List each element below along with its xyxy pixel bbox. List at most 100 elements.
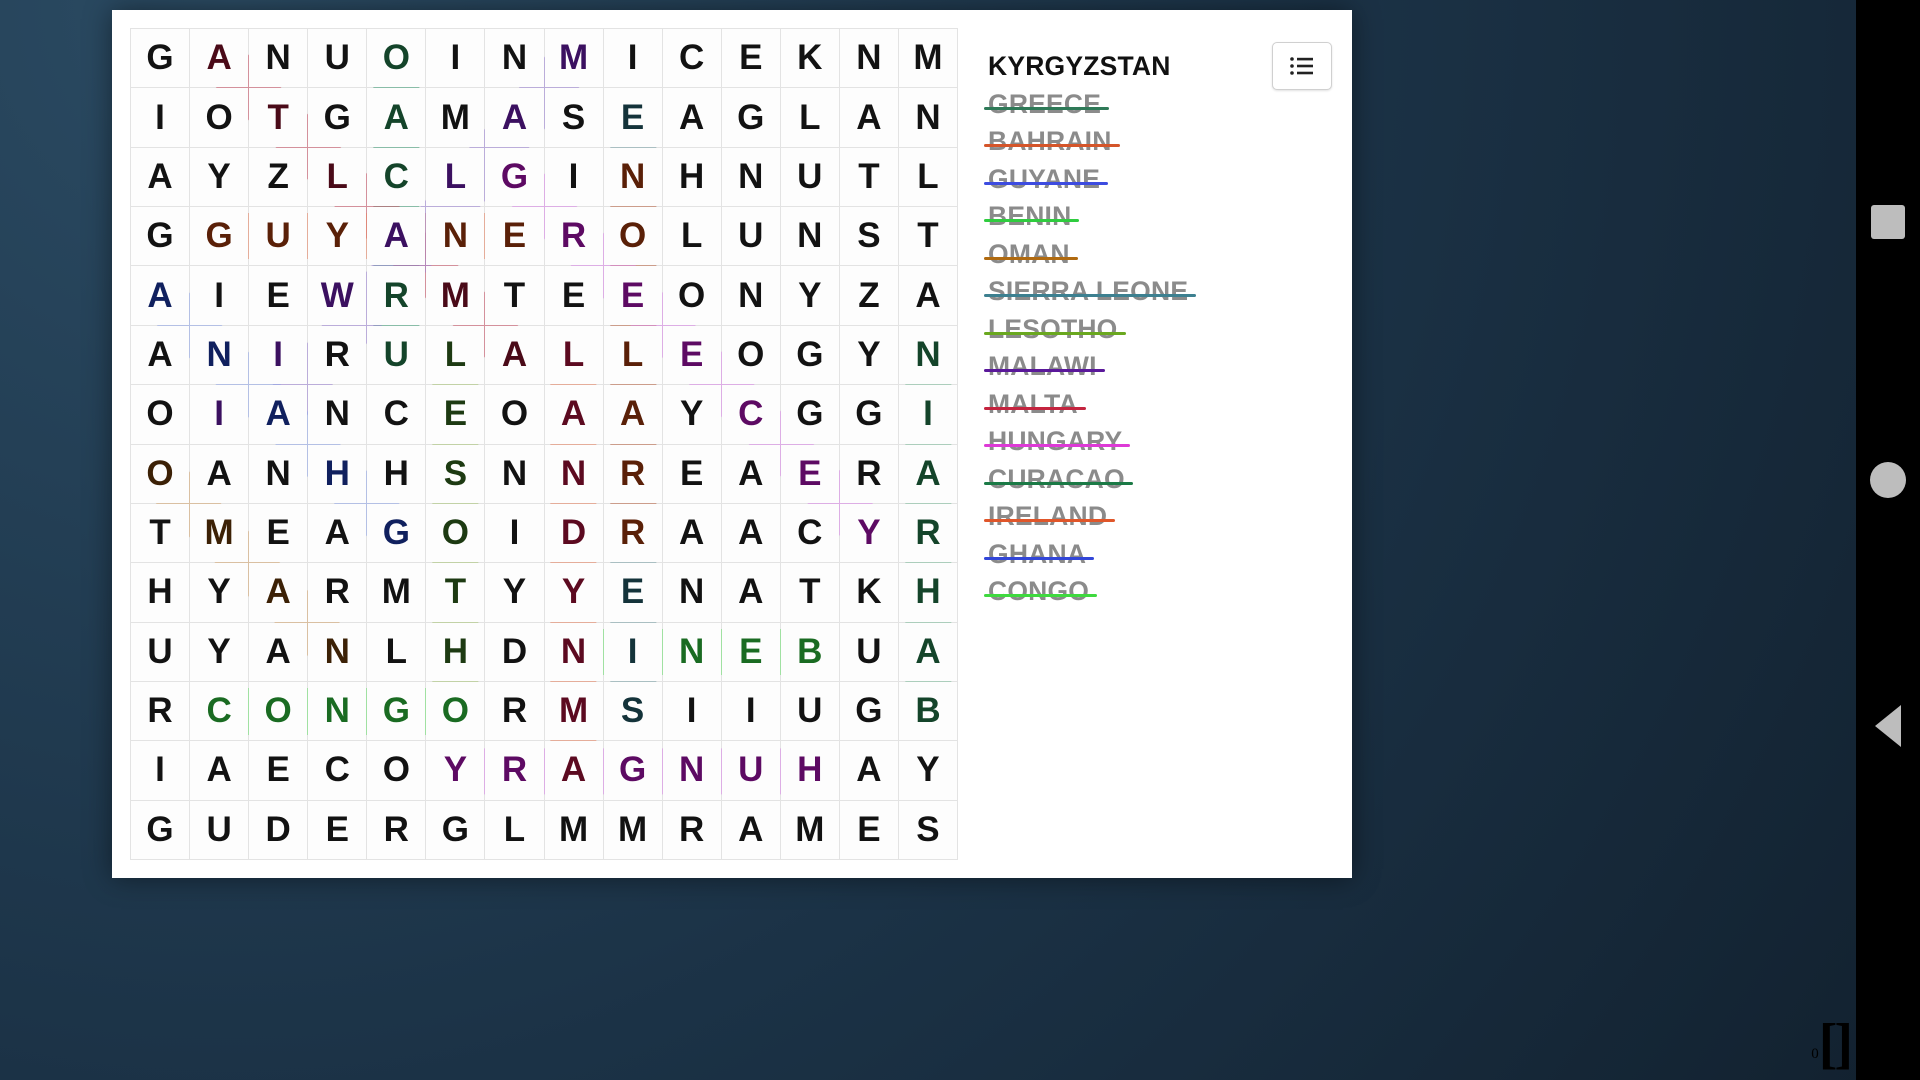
- grid-cell[interactable]: A: [131, 325, 190, 385]
- grid-cell[interactable]: T: [780, 563, 839, 622]
- grid-cell[interactable]: I: [485, 503, 544, 563]
- grid-cell[interactable]: N: [190, 325, 249, 385]
- grid-cell[interactable]: H: [662, 147, 721, 207]
- grid-cell[interactable]: C: [662, 29, 721, 88]
- word-list-item[interactable]: OMAN: [984, 236, 1288, 274]
- grid-cell[interactable]: Y: [308, 207, 367, 266]
- grid-cell[interactable]: N: [249, 444, 308, 503]
- grid-cell[interactable]: N: [544, 444, 603, 503]
- grid-cell[interactable]: L: [426, 325, 485, 385]
- grid-cell[interactable]: Y: [544, 563, 603, 622]
- word-search-grid-container[interactable]: GANUOINMICEKNMIOTGAMASEAGLANAYZLCLGINHNU…: [126, 24, 958, 860]
- grid-cell[interactable]: R: [603, 444, 662, 503]
- grid-cell[interactable]: G: [485, 147, 544, 207]
- grid-cell[interactable]: N: [308, 622, 367, 681]
- grid-cell[interactable]: S: [426, 444, 485, 503]
- grid-cell[interactable]: A: [662, 88, 721, 147]
- grid-cell[interactable]: M: [544, 29, 603, 88]
- grid-cell[interactable]: N: [898, 325, 957, 385]
- grid-cell[interactable]: N: [308, 681, 367, 741]
- grid-cell[interactable]: N: [662, 622, 721, 681]
- grid-cell[interactable]: E: [308, 800, 367, 859]
- grid-cell[interactable]: S: [544, 88, 603, 147]
- grid-cell[interactable]: A: [249, 385, 308, 444]
- grid-cell[interactable]: C: [721, 385, 780, 444]
- grid-cell[interactable]: G: [131, 29, 190, 88]
- grid-cell[interactable]: E: [603, 563, 662, 622]
- grid-cell[interactable]: D: [249, 800, 308, 859]
- grid-cell[interactable]: A: [190, 29, 249, 88]
- grid-cell[interactable]: R: [544, 207, 603, 266]
- grid-cell[interactable]: Y: [662, 385, 721, 444]
- grid-cell[interactable]: E: [839, 800, 898, 859]
- grid-cell[interactable]: Y: [190, 622, 249, 681]
- grid-cell[interactable]: T: [249, 88, 308, 147]
- grid-cell[interactable]: H: [367, 444, 426, 503]
- grid-cell[interactable]: R: [131, 681, 190, 741]
- grid-cell[interactable]: U: [367, 325, 426, 385]
- word-list-item[interactable]: MALAWI: [984, 348, 1288, 386]
- grid-cell[interactable]: A: [662, 503, 721, 563]
- grid-cell[interactable]: O: [721, 325, 780, 385]
- grid-cell[interactable]: G: [190, 207, 249, 266]
- word-list-item[interactable]: IRELAND: [984, 498, 1288, 536]
- grid-cell[interactable]: N: [485, 29, 544, 88]
- grid-cell[interactable]: N: [544, 622, 603, 681]
- grid-cell[interactable]: I: [249, 325, 308, 385]
- grid-cell[interactable]: G: [721, 88, 780, 147]
- grid-cell[interactable]: A: [544, 741, 603, 800]
- grid-cell[interactable]: I: [544, 147, 603, 207]
- grid-cell[interactable]: Y: [898, 741, 957, 800]
- grid-cell[interactable]: N: [249, 29, 308, 88]
- grid-cell[interactable]: G: [308, 88, 367, 147]
- recent-apps-button[interactable]: [1871, 205, 1905, 239]
- word-list-item[interactable]: HUNGARY: [984, 423, 1288, 461]
- grid-cell[interactable]: T: [898, 207, 957, 266]
- grid-cell[interactable]: H: [131, 563, 190, 622]
- grid-cell[interactable]: O: [426, 503, 485, 563]
- grid-cell[interactable]: S: [603, 681, 662, 741]
- grid-cell[interactable]: N: [603, 147, 662, 207]
- grid-cell[interactable]: A: [367, 88, 426, 147]
- grid-cell[interactable]: M: [544, 800, 603, 859]
- grid-cell[interactable]: O: [485, 385, 544, 444]
- grid-cell[interactable]: T: [485, 266, 544, 325]
- grid-cell[interactable]: U: [190, 800, 249, 859]
- grid-cell[interactable]: H: [898, 563, 957, 622]
- grid-cell[interactable]: M: [898, 29, 957, 88]
- grid-cell[interactable]: O: [131, 444, 190, 503]
- grid-cell[interactable]: E: [544, 266, 603, 325]
- grid-cell[interactable]: H: [308, 444, 367, 503]
- grid-cell[interactable]: E: [662, 325, 721, 385]
- grid-cell[interactable]: Y: [190, 563, 249, 622]
- grid-cell[interactable]: Z: [839, 266, 898, 325]
- grid-cell[interactable]: C: [308, 741, 367, 800]
- grid-cell[interactable]: L: [308, 147, 367, 207]
- grid-cell[interactable]: A: [367, 207, 426, 266]
- grid-cell[interactable]: O: [367, 741, 426, 800]
- grid-cell[interactable]: I: [131, 741, 190, 800]
- grid-cell[interactable]: E: [249, 503, 308, 563]
- word-list-item[interactable]: GHANA: [984, 536, 1288, 574]
- grid-cell[interactable]: N: [426, 207, 485, 266]
- grid-cell[interactable]: M: [426, 266, 485, 325]
- grid-cell[interactable]: E: [249, 266, 308, 325]
- grid-cell[interactable]: U: [839, 622, 898, 681]
- grid-cell[interactable]: A: [898, 444, 957, 503]
- grid-cell[interactable]: H: [780, 741, 839, 800]
- grid-cell[interactable]: N: [780, 207, 839, 266]
- grid-cell[interactable]: W: [308, 266, 367, 325]
- grid-cell[interactable]: G: [603, 741, 662, 800]
- grid-cell[interactable]: M: [426, 88, 485, 147]
- grid-cell[interactable]: Z: [249, 147, 308, 207]
- grid-cell[interactable]: A: [839, 88, 898, 147]
- grid-cell[interactable]: R: [308, 563, 367, 622]
- grid-cell[interactable]: S: [898, 800, 957, 859]
- grid-cell[interactable]: A: [721, 503, 780, 563]
- grid-cell[interactable]: N: [485, 444, 544, 503]
- grid-cell[interactable]: N: [662, 741, 721, 800]
- grid-cell[interactable]: E: [721, 29, 780, 88]
- grid-cell[interactable]: T: [426, 563, 485, 622]
- letter-grid[interactable]: GANUOINMICEKNMIOTGAMASEAGLANAYZLCLGINHNU…: [130, 28, 958, 860]
- grid-cell[interactable]: I: [898, 385, 957, 444]
